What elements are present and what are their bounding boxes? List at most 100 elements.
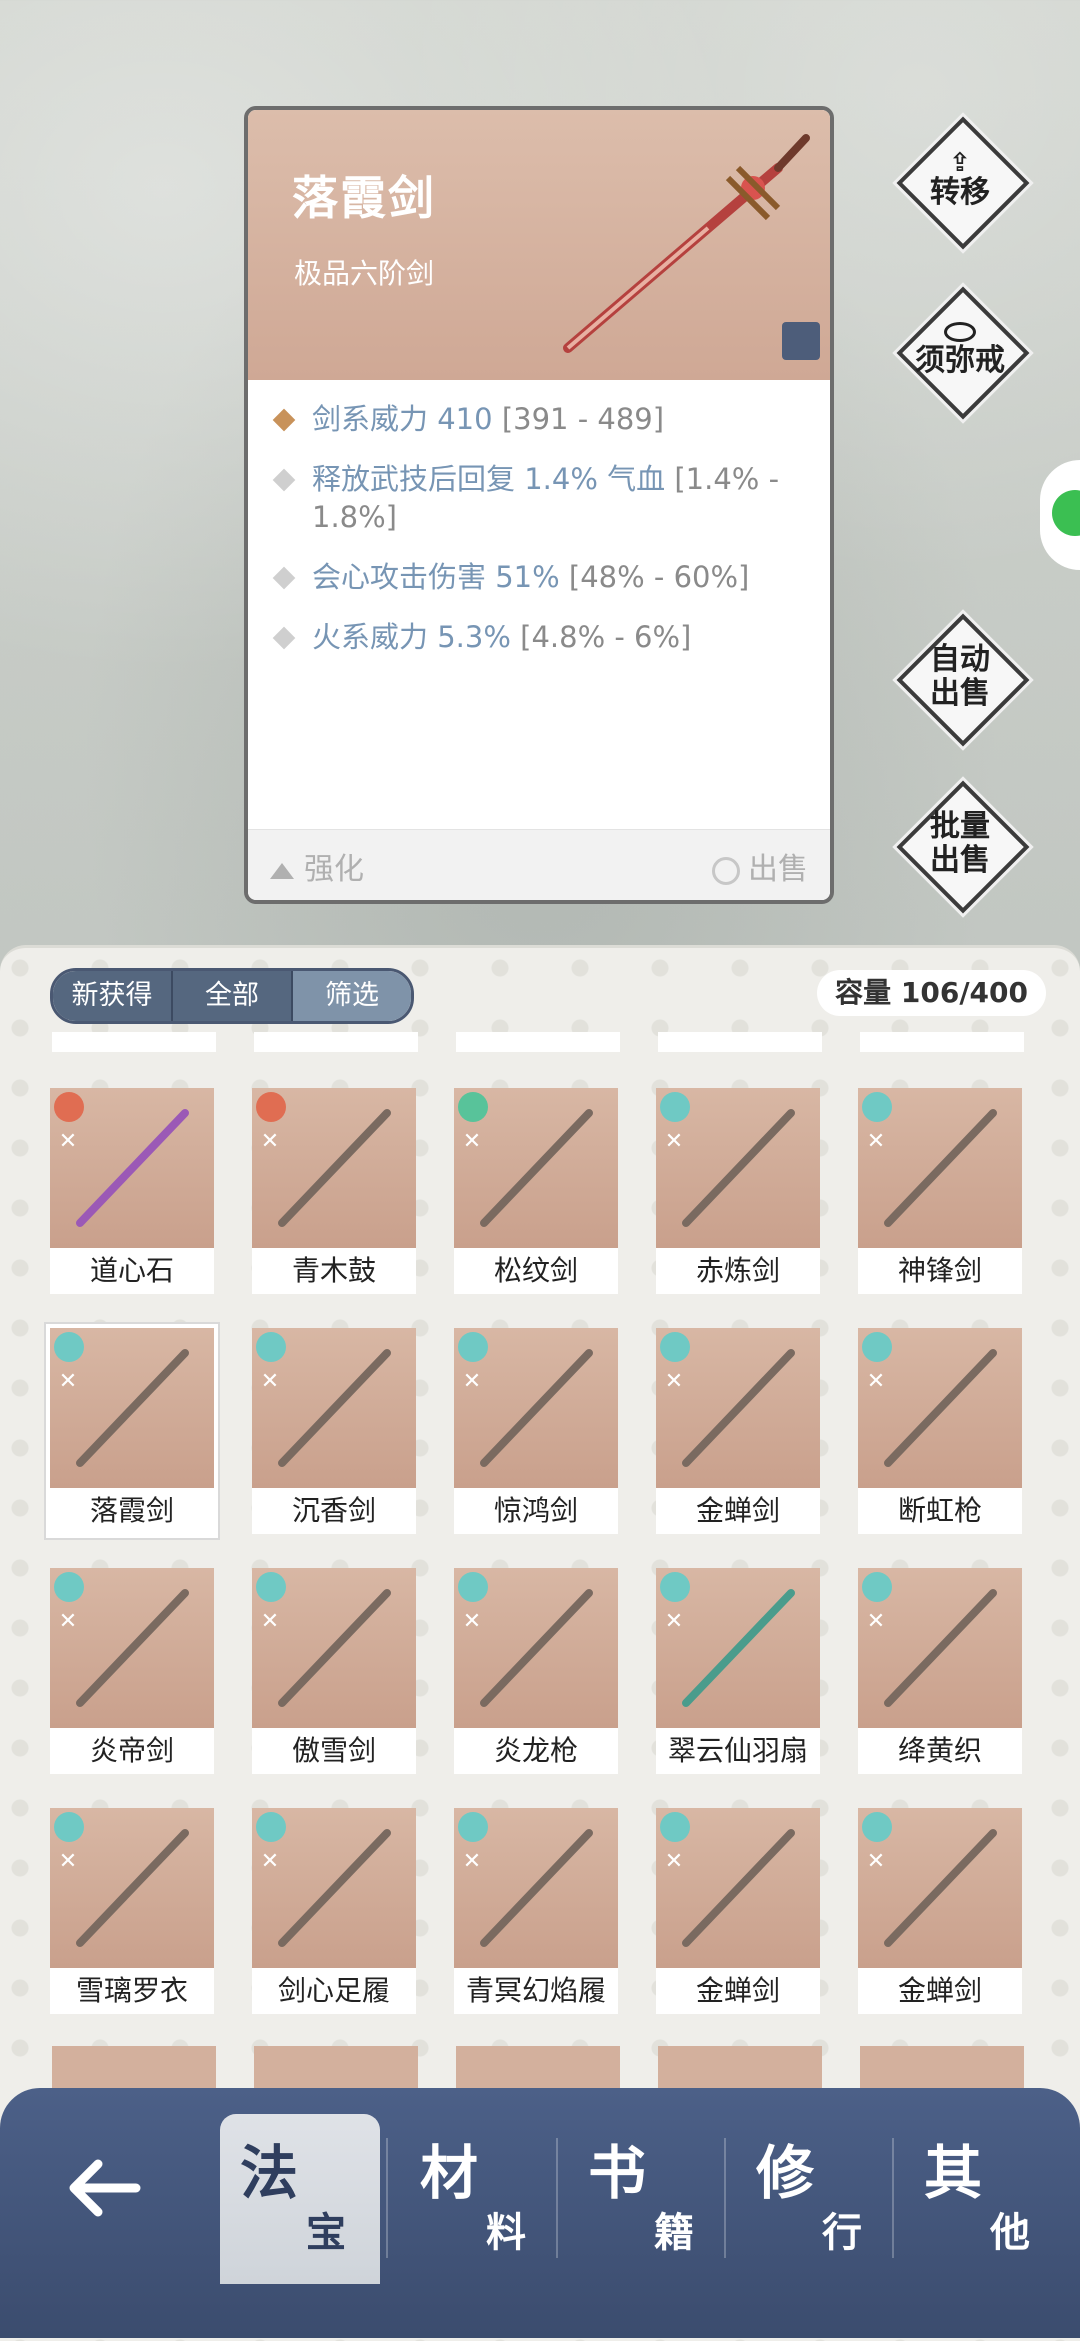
lock-mark-icon: ✕ — [260, 1129, 280, 1154]
tab-other[interactable]: 其 他 — [904, 2114, 1064, 2284]
lock-mark-icon: ✕ — [866, 1369, 886, 1394]
item-detail-card: 落霞剑 极品六阶剑 剑系威力 410 [391 - 489] 释放武技后回复 1… — [244, 106, 834, 904]
item-image: ✕ — [454, 1808, 618, 1968]
element-icon — [458, 1332, 488, 1362]
coin-icon — [712, 856, 740, 885]
lock-mark-icon: ✕ — [462, 1129, 482, 1154]
strengthen-button[interactable]: 强化 — [270, 844, 364, 888]
nav-divider — [724, 2138, 726, 2258]
lock-mark-icon: ✕ — [462, 1609, 482, 1634]
item-name: 绛黄织 — [858, 1728, 1022, 1774]
element-icon — [660, 1572, 690, 1602]
lock-mark-icon: ✕ — [462, 1849, 482, 1874]
ring-icon — [944, 322, 976, 342]
lock-mark-icon: ✕ — [260, 1369, 280, 1394]
item-image: ✕ — [858, 1568, 1022, 1728]
element-icon — [862, 1332, 892, 1362]
back-arrow-icon[interactable] — [56, 2138, 156, 2238]
stat-row: 释放武技后回复 1.4% 气血 [1.4% - 1.8%] — [272, 460, 812, 536]
stat-list: 剑系威力 410 [391 - 489] 释放武技后回复 1.4% 气血 [1.… — [272, 400, 812, 678]
inventory-item[interactable]: ✕ 金蝉剑 — [656, 1808, 820, 2014]
tab-books[interactable]: 书 籍 — [568, 2114, 728, 2284]
item-name: 神锋剑 — [858, 1248, 1022, 1294]
lock-mark-icon: ✕ — [664, 1369, 684, 1394]
tab-cultivation[interactable]: 修 行 — [736, 2114, 896, 2284]
batch-sell-button[interactable]: 批量 出售 — [896, 780, 1030, 914]
inventory-item[interactable]: ✕ 惊鸿剑 — [454, 1328, 618, 1534]
item-name: 青冥幻焰履 — [454, 1968, 618, 2014]
tab-filter[interactable]: 筛选 — [293, 971, 411, 1021]
element-icon — [54, 1812, 84, 1842]
element-icon — [862, 1812, 892, 1842]
lock-mark-icon: ✕ — [866, 1849, 886, 1874]
item-image: ✕ — [656, 1328, 820, 1488]
inventory-item[interactable]: ✕ 剑心足履 — [252, 1808, 416, 2014]
diamond-bullet-icon — [272, 566, 296, 590]
item-image: ✕ — [454, 1088, 618, 1248]
inventory-item[interactable]: ✕ 沉香剑 — [252, 1328, 416, 1534]
element-icon — [256, 1332, 286, 1362]
inventory-item[interactable]: ✕ 断虹枪 — [858, 1328, 1022, 1534]
tab-treasure[interactable]: 法 宝 — [220, 2114, 380, 2284]
nav-divider — [556, 2138, 558, 2258]
lock-mark-icon: ✕ — [664, 1129, 684, 1154]
lock-mark-icon: ✕ — [462, 1369, 482, 1394]
lock-mark-icon: ✕ — [58, 1369, 78, 1394]
item-name: 剑心足履 — [252, 1968, 416, 2014]
lock-mark-icon: ✕ — [866, 1609, 886, 1634]
inventory-item[interactable]: ✕ 绛黄织 — [858, 1568, 1022, 1774]
inventory-item[interactable]: ✕ 翠云仙羽扇 — [656, 1568, 820, 1774]
inventory-item[interactable]: ✕ 落霞剑 — [46, 1324, 218, 1538]
inventory-item[interactable]: ✕ 道心石 — [50, 1088, 214, 1294]
item-name: 傲雪剑 — [252, 1728, 416, 1774]
auto-sell-button[interactable]: 自动 出售 — [896, 613, 1030, 747]
inventory-item[interactable]: ✕ 赤炼剑 — [656, 1088, 820, 1294]
inventory-item[interactable]: ✕ 青木鼓 — [252, 1088, 416, 1294]
element-icon — [256, 1812, 286, 1842]
list-item-partial — [456, 1032, 620, 1052]
element-icon — [256, 1092, 286, 1122]
inventory-item[interactable]: ✕ 雪璃罗衣 — [50, 1808, 214, 2014]
item-name: 惊鸿剑 — [454, 1488, 618, 1534]
element-icon — [660, 1812, 690, 1842]
item-image: ✕ — [50, 1088, 214, 1248]
lock-mark-icon: ✕ — [866, 1129, 886, 1154]
inventory-item[interactable]: ✕ 炎帝剑 — [50, 1568, 214, 1774]
lock-mark-icon: ✕ — [664, 1849, 684, 1874]
item-image: ✕ — [656, 1088, 820, 1248]
inventory-item[interactable]: ✕ 金蝉剑 — [858, 1808, 1022, 2014]
inventory-item[interactable]: ✕ 神锋剑 — [858, 1088, 1022, 1294]
element-icon — [54, 1092, 84, 1122]
card-actions: 强化 出售 — [248, 829, 830, 900]
item-name: 断虹枪 — [858, 1488, 1022, 1534]
tab-materials[interactable]: 材 料 — [400, 2114, 560, 2284]
item-name: 沉香剑 — [252, 1488, 416, 1534]
transfer-button[interactable]: ⇪ 转移 — [896, 116, 1030, 250]
lock-mark-icon: ✕ — [58, 1609, 78, 1634]
filter-tabs: 新获得 全部 筛选 — [50, 968, 414, 1024]
inventory-item[interactable]: ✕ 傲雪剑 — [252, 1568, 416, 1774]
inventory-item[interactable]: ✕ 青冥幻焰履 — [454, 1808, 618, 2014]
item-image: ✕ — [50, 1328, 214, 1488]
nav-divider — [892, 2138, 894, 2258]
list-item-partial — [658, 1032, 822, 1052]
tab-new[interactable]: 新获得 — [53, 971, 173, 1021]
item-name: 落霞剑 — [50, 1488, 214, 1534]
lock-mark-icon: ✕ — [664, 1609, 684, 1634]
sell-button[interactable]: 出售 — [712, 844, 808, 888]
lock-mark-icon: ✕ — [260, 1849, 280, 1874]
item-image: ✕ — [858, 1808, 1022, 1968]
capacity-indicator: 容量 106/400 — [817, 970, 1046, 1016]
element-icon — [458, 1092, 488, 1122]
item-image: ✕ — [50, 1568, 214, 1728]
diamond-bullet-icon — [272, 626, 296, 650]
storage-ring-button[interactable]: 须弥戒 — [896, 286, 1030, 420]
element-icon — [862, 1092, 892, 1122]
element-icon — [458, 1572, 488, 1602]
inventory-item[interactable]: ✕ 松纹剑 — [454, 1088, 618, 1294]
inventory-item[interactable]: ✕ 金蝉剑 — [656, 1328, 820, 1534]
tab-all[interactable]: 全部 — [173, 971, 293, 1021]
element-icon — [862, 1572, 892, 1602]
inventory-item[interactable]: ✕ 炎龙枪 — [454, 1568, 618, 1774]
item-name: 翠云仙羽扇 — [656, 1728, 820, 1774]
